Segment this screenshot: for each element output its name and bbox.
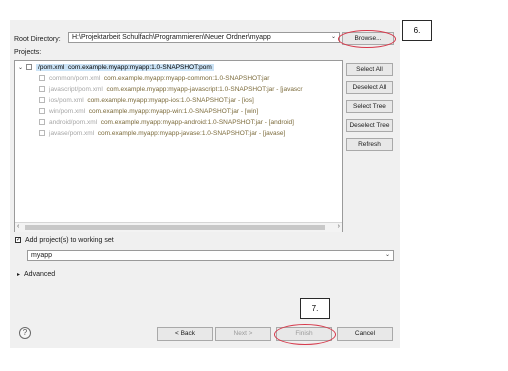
working-set-combo[interactable]: myapp ⌄ — [27, 250, 394, 261]
tree-item-checkbox[interactable] — [39, 75, 45, 82]
working-set-value: myapp — [31, 252, 53, 259]
step-6-annotation: 6. — [402, 20, 432, 41]
tree-root-checkbox[interactable] — [26, 64, 33, 71]
select-tree-button[interactable]: Select Tree — [346, 100, 393, 113]
advanced-toggle[interactable]: ▸ Advanced — [17, 271, 55, 278]
tree-item-javase[interactable]: javase/pom.xml com.example.myapp:myapp-j… — [39, 129, 285, 139]
root-directory-label: Root Directory: — [14, 36, 61, 43]
horizontal-scrollbar[interactable]: ‹ › — [15, 222, 342, 232]
chevron-right-icon[interactable]: ▸ — [17, 272, 20, 278]
back-button[interactable]: < Back — [157, 327, 213, 341]
tree-item-checkbox[interactable] — [39, 97, 45, 104]
projects-label: Projects: — [14, 49, 42, 56]
projects-tree[interactable]: ⌄ /pom.xml com.example.myapp:myapp:1.0-SN… — [14, 60, 343, 232]
help-icon[interactable]: ? — [19, 327, 31, 339]
chevron-down-icon[interactable]: ⌄ — [385, 251, 390, 260]
next-button[interactable]: Next > — [215, 327, 271, 341]
tree-item-checkbox[interactable] — [39, 108, 45, 115]
deselect-tree-button[interactable]: Deselect Tree — [346, 119, 393, 132]
finish-highlight-ellipse — [274, 324, 336, 345]
tree-root-path: /pom.xml — [38, 64, 65, 71]
deselect-all-button[interactable]: Deselect All — [346, 81, 393, 94]
select-all-button[interactable]: Select All — [346, 63, 393, 76]
tree-item-javascript[interactable]: javascript/pom.xml com.example.myapp:mya… — [39, 85, 303, 95]
tree-root-coords: com.example.myapp:myapp:1.0-SNAPSHOT:pom — [68, 64, 212, 71]
chevron-down-icon[interactable]: ⌄ — [18, 65, 23, 71]
cancel-button[interactable]: Cancel — [337, 327, 393, 341]
root-directory-value: H:\Projektarbeit Schulfach\Programmieren… — [72, 34, 271, 41]
refresh-button[interactable]: Refresh — [346, 138, 393, 151]
advanced-label: Advanced — [24, 271, 56, 278]
tree-item-checkbox[interactable] — [39, 86, 45, 93]
step-7-annotation: 7. — [300, 298, 330, 319]
tree-item-android[interactable]: android/pom.xml com.example.myapp:myapp-… — [39, 118, 294, 128]
tree-item-win[interactable]: win/pom.xml com.example.myapp:myapp-win:… — [39, 107, 258, 117]
tree-item-checkbox[interactable] — [39, 130, 45, 137]
chevron-down-icon[interactable]: ⌄ — [331, 33, 336, 42]
browse-highlight-ellipse — [338, 30, 396, 48]
scroll-right-icon[interactable]: › — [338, 223, 340, 230]
tree-item-checkbox[interactable] — [39, 119, 45, 126]
tree-item-common[interactable]: common/pom.xml com.example.myapp:myapp-c… — [39, 74, 269, 84]
working-set-label: Add project(s) to working set — [25, 237, 114, 244]
tree-item-ios[interactable]: ios/pom.xml com.example.myapp:myapp-ios:… — [39, 96, 254, 106]
working-set-row[interactable]: ✓ Add project(s) to working set — [15, 237, 114, 244]
root-directory-combo[interactable]: H:\Projektarbeit Schulfach\Programmieren… — [68, 32, 340, 43]
working-set-checkbox[interactable]: ✓ — [15, 237, 21, 244]
tree-root-row[interactable]: ⌄ /pom.xml com.example.myapp:myapp:1.0-SN… — [18, 63, 214, 73]
scrollbar-thumb[interactable] — [25, 225, 325, 230]
scroll-left-icon[interactable]: ‹ — [17, 223, 19, 230]
